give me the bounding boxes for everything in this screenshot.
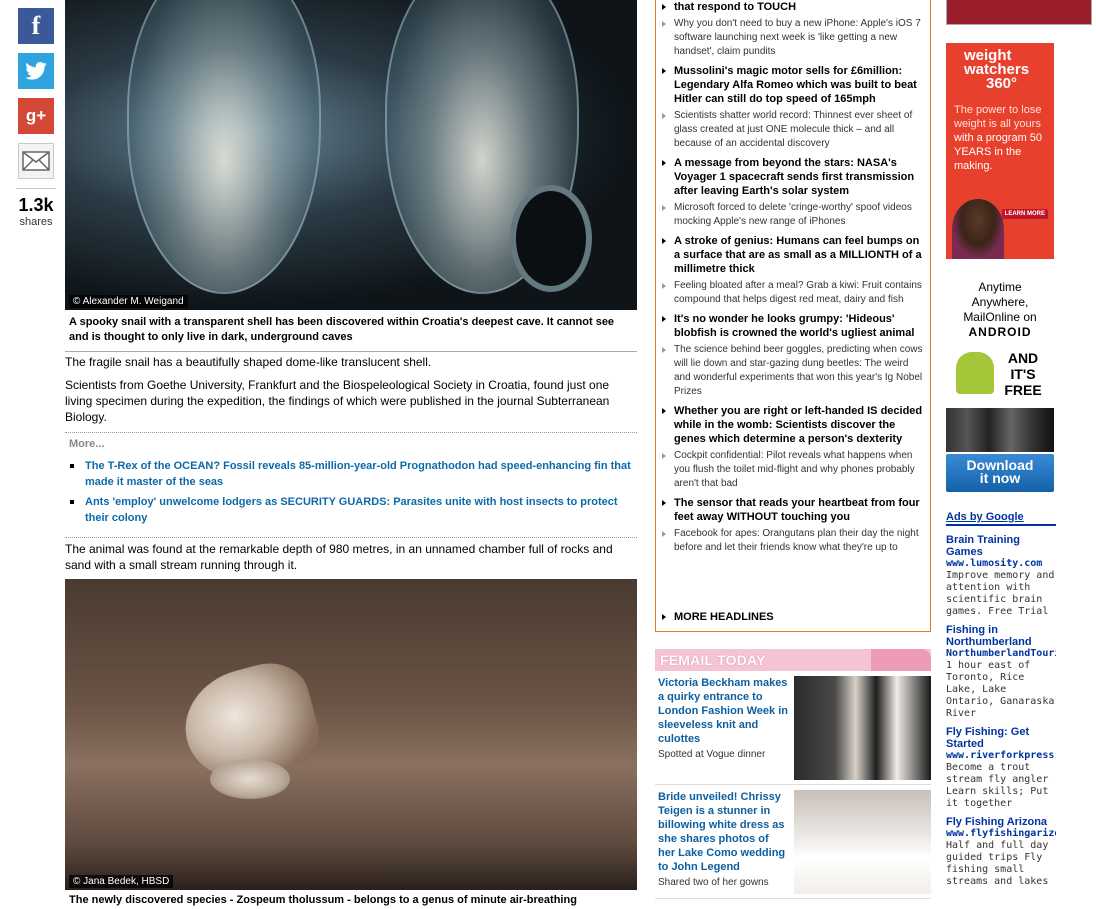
headline-link[interactable]: The science behind beer goggles, predict… (656, 343, 930, 401)
image-credit: © Alexander M. Weigand (69, 295, 188, 308)
headline-link[interactable]: Facebook for apes: Orangutans plan their… (656, 527, 930, 557)
related-links-title: More... (69, 438, 105, 450)
google-ad[interactable]: Brain Training Games www.lumosity.com Impr… (946, 534, 1056, 618)
twitter-icon (25, 62, 47, 80)
more-headlines-link[interactable]: MORE HEADLINES (662, 611, 774, 623)
snail-body (210, 759, 290, 799)
image-credit: © Jana Bedek, HBSD (69, 875, 174, 888)
twitter-share-button[interactable] (18, 53, 54, 89)
image-caption: A spooky snail with a transparent shell … (65, 313, 637, 352)
headline-link[interactable]: Feeling bloated after a meal? Grab a kiw… (656, 279, 930, 309)
article-paragraph: The animal was found at the remarkable d… (65, 542, 613, 572)
google-ad-description: Improve memory and attention with scient… (946, 570, 1055, 617)
google-ad-url[interactable]: NorthumberlandTourism (946, 648, 1056, 660)
google-ad[interactable]: Fly Fishing Arizonawww.flyfishingarizona… (946, 816, 1056, 888)
related-link[interactable]: The T-Rex of the OCEAN? Fossil reveals 8… (70, 458, 637, 490)
ad-text: Anytime (978, 280, 1022, 294)
femail-header: FEMAIL TODAY (655, 649, 931, 671)
google-ad-title[interactable]: Fishing in Northumberland (946, 624, 1056, 648)
google-ads-list: Brain Training Games www.lumosity.com Impr… (946, 534, 1056, 888)
share-rail: f g+ 1.3k shares (16, 8, 56, 228)
googleplus-share-button[interactable]: g+ (18, 98, 54, 134)
ad-text: AND (1007, 350, 1039, 366)
headline-link[interactable]: Whether you are right or left-handed IS … (656, 404, 930, 448)
headlines-list: that respond to TOUCH Why you don't need … (656, 0, 930, 557)
google-ad-description: 1 hour east of Toronto, Rice Lake, Lake … (946, 660, 1055, 719)
android-brand: ANDROID (968, 325, 1032, 339)
femail-title: FEMAIL TODAY (660, 652, 766, 668)
google-ad[interactable]: Fly Fishing: Get Started www.riverforkpre… (946, 726, 1056, 810)
ad-text: MailOnline on (963, 310, 1037, 324)
ad-tagline: The power to lose weight is all yours (954, 104, 1042, 130)
snail-closeup-image: © Jana Bedek, HBSD (65, 579, 637, 890)
snail-shell-front (127, 0, 321, 294)
headline-link[interactable]: The sensor that reads your heartbeat fro… (656, 496, 930, 526)
shell-aperture (510, 185, 592, 292)
ad-free-text: AND IT'S FREE (998, 350, 1048, 398)
ad-photo (952, 199, 1004, 259)
facebook-icon: f (31, 11, 41, 40)
ad-text: IT'S (1010, 366, 1036, 382)
google-ad-title[interactable]: Fly Fishing: Get Started (946, 726, 1056, 750)
headlines-panel: that respond to TOUCH Why you don't need … (655, 0, 931, 632)
headline-link[interactable]: Why you don't need to buy a new iPhone: … (656, 17, 930, 61)
headline-link[interactable]: A stroke of genius: Humans can feel bump… (656, 234, 930, 278)
google-ad-url[interactable]: www.riverforkpress (946, 750, 1056, 762)
google-ad-title[interactable]: Brain Training Games (946, 534, 1056, 558)
google-ad-url[interactable]: www.flyfishingarizona (946, 828, 1056, 840)
top-banner-ad[interactable] (946, 0, 1092, 25)
headline-link[interactable]: A message from beyond the stars: NASA's … (656, 156, 930, 200)
femail-item[interactable]: Victoria Beckham makes a quirky entrance… (655, 676, 931, 785)
headline-link[interactable]: Mussolini's magic motor sells for £6mill… (656, 64, 930, 108)
ad-tagline: with a program 50 YEARS in the making. (954, 132, 1043, 172)
related-links-box: More... The T-Rex of the OCEAN? Fossil r… (65, 432, 637, 538)
femail-thumbnail[interactable] (794, 676, 931, 780)
headline-link[interactable]: Scientists shatter world record: Thinnes… (656, 109, 930, 153)
android-robot-icon (956, 352, 994, 394)
weightwatchers-ad[interactable]: weight watchers 360° The power to lose w… (946, 43, 1054, 259)
article-paragraph: The fragile snail has a beautifully shap… (65, 355, 432, 369)
share-count: 1.3k shares (16, 188, 56, 228)
share-count-label: shares (19, 216, 53, 228)
share-count-number: 1.3k (18, 195, 54, 215)
weightwatchers-logo: weight watchers 360° (964, 48, 1054, 92)
google-ad-description: Half and full day guided trips Fly fishi… (946, 840, 1049, 887)
google-ad-url[interactable]: www.lumosity.com (946, 558, 1056, 570)
femail-subtext: Spotted at Vogue dinner (658, 749, 766, 760)
headline-link[interactable]: It's no wonder he looks grumpy: 'Hideous… (656, 312, 930, 342)
headline-link[interactable]: Cockpit confidential: Pilot reveals what… (656, 449, 930, 493)
googleplus-icon: g+ (25, 106, 47, 125)
email-share-button[interactable] (18, 143, 54, 179)
google-ad-description: Become a trout stream fly angler Learn s… (946, 762, 1049, 809)
article-paragraph: Scientists from Goethe University, Frank… (65, 378, 610, 424)
femail-today-panel: FEMAIL TODAY Victoria Beckham makes a qu… (655, 649, 931, 899)
femail-thumbnail[interactable] (794, 790, 931, 894)
email-icon (22, 151, 50, 171)
google-ads: Ads by Google Brain Training Games www.lu… (946, 511, 1056, 894)
google-ad-title[interactable]: Fly Fishing Arizona (946, 816, 1056, 828)
google-ad[interactable]: Fishing in Northumberland NorthumberlandT… (946, 624, 1056, 720)
headline-link[interactable]: that respond to TOUCH (656, 0, 930, 16)
femail-item-text: Bride unveiled! Chrissy Teigen is a stun… (658, 790, 788, 890)
image-caption: The newly discovered species - Zospeum t… (69, 894, 577, 906)
android-app-ad[interactable]: Anytime Anywhere, MailOnline on ANDROID … (946, 280, 1054, 492)
femail-subtext: Shared two of her gowns (658, 877, 769, 888)
download-button[interactable]: Download it now (946, 454, 1054, 492)
headline-link[interactable]: Microsoft forced to delete 'cringe-worth… (656, 201, 930, 231)
femail-item-text: Victoria Beckham makes a quirky entrance… (658, 676, 788, 762)
learn-more-button[interactable]: LEARN MORE (1001, 209, 1048, 219)
ad-text: Anywhere, (971, 295, 1029, 309)
ad-text: FREE (1004, 382, 1042, 398)
femail-headline[interactable]: Bride unveiled! Chrissy Teigen is a stun… (658, 791, 785, 873)
femail-item[interactable]: Bride unveiled! Chrissy Teigen is a stun… (655, 790, 931, 899)
femail-headline[interactable]: Victoria Beckham makes a quirky entrance… (658, 677, 788, 745)
related-links-list: The T-Rex of the OCEAN? Fossil reveals 8… (65, 458, 637, 526)
download-label: it now (979, 470, 1021, 486)
google-ads-header[interactable]: Ads by Google (946, 511, 1056, 526)
related-link[interactable]: Ants 'employ' unwelcome lodgers as SECUR… (70, 494, 637, 526)
snail-shells-image: © Alexander M. Weigand (65, 0, 637, 310)
phones-image (946, 408, 1054, 452)
logo-text: 360° (986, 75, 1018, 92)
facebook-share-button[interactable]: f (18, 8, 54, 44)
